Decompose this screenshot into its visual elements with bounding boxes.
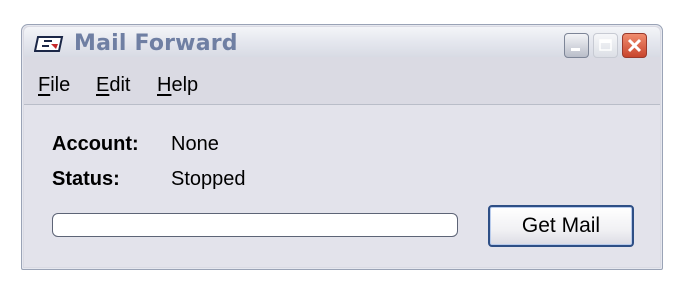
status-value: Stopped: [171, 168, 246, 190]
title-bar[interactable]: Mail Forward: [24, 27, 660, 58]
main-panel: Account: None Status: Stopped Get Mail: [24, 105, 660, 267]
maximize-icon: [599, 39, 612, 51]
close-button[interactable]: [622, 33, 647, 58]
menu-help[interactable]: Help: [157, 74, 198, 97]
account-value: None: [171, 133, 219, 155]
window-title: Mail Forward: [74, 31, 238, 56]
get-mail-button[interactable]: Get Mail: [488, 205, 634, 247]
menu-file[interactable]: File: [38, 74, 70, 97]
minimize-icon: [571, 48, 580, 51]
mail-window-icon: [33, 35, 64, 53]
menu-edit[interactable]: Edit: [96, 74, 130, 97]
menu-bar: File Edit Help: [24, 70, 660, 96]
account-label: Account:: [52, 133, 139, 155]
status-label: Status:: [52, 168, 120, 190]
maximize-button[interactable]: [593, 33, 618, 58]
progress-bar: [52, 213, 458, 237]
minimize-button[interactable]: [564, 33, 589, 58]
mail-forward-window: Mail Forward File Edit Help Account: Non…: [21, 24, 663, 270]
close-icon: [627, 38, 642, 53]
